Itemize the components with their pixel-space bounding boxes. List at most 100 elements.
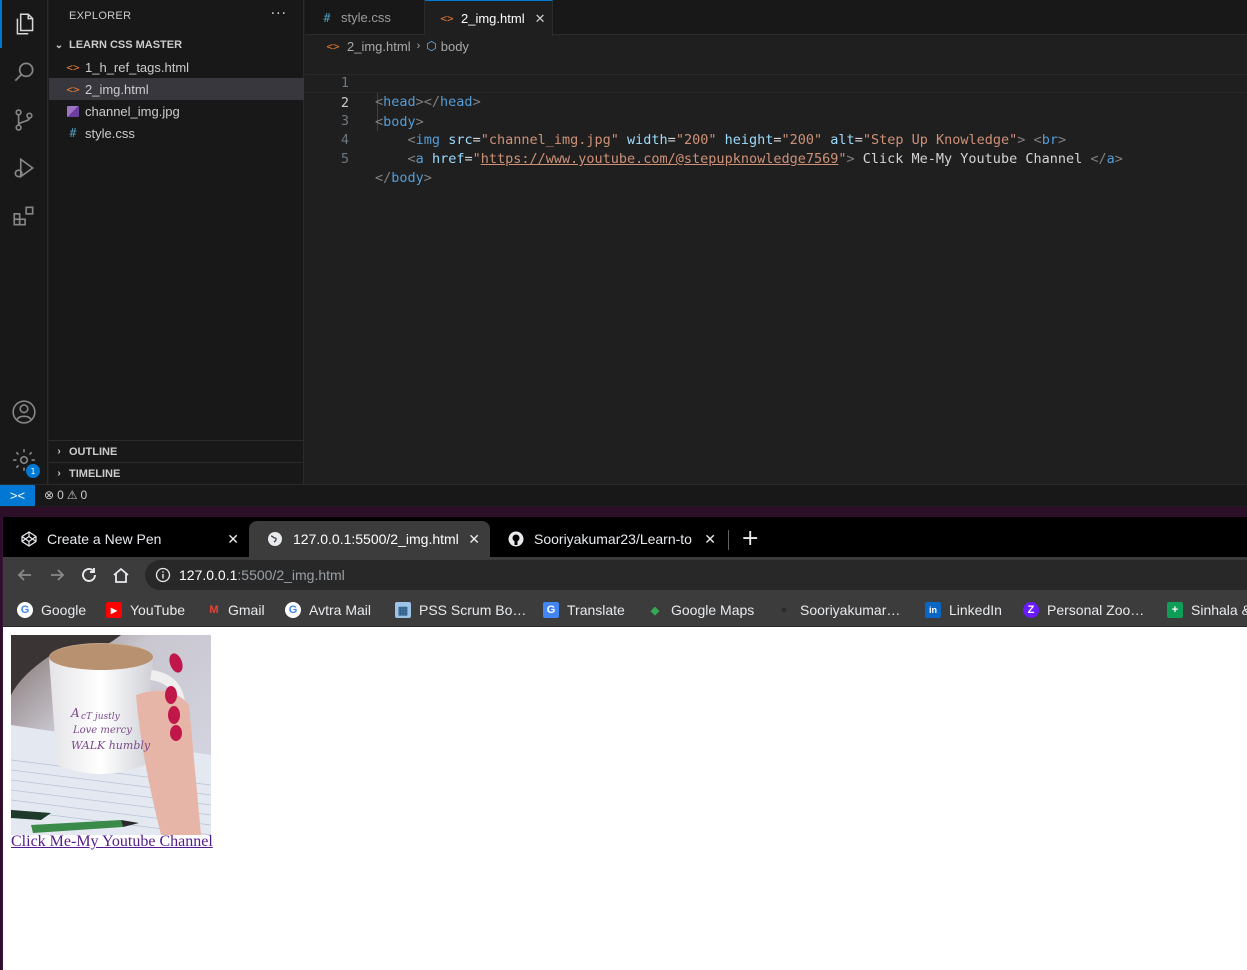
bookmark-avtra-mail[interactable]: G Avtra Mail bbox=[285, 601, 371, 619]
timeline-label: TIMELINE bbox=[69, 467, 121, 480]
url-host: 127.0.0.1 bbox=[179, 567, 238, 583]
bookmark-google[interactable]: G Google bbox=[17, 601, 86, 619]
vscode-window: 1 EXPLORER ··· ⌄ LEARN CSS MASTER <> 1_h… bbox=[0, 0, 1247, 507]
code-editor[interactable]: 1 <head></head> 2 <body> 3 <img src="cha… bbox=[305, 55, 1247, 186]
breadcrumb-file[interactable]: 2_img.html bbox=[347, 39, 411, 54]
remote-indicator-button[interactable]: >< bbox=[0, 485, 35, 506]
folder-learn-css-master[interactable]: ⌄ LEARN CSS MASTER bbox=[49, 36, 304, 54]
settings-badge: 1 bbox=[26, 464, 40, 478]
run-debug-icon[interactable] bbox=[0, 144, 48, 192]
tab-title: Sooriyakumar23/Learn-to bbox=[534, 531, 692, 547]
file-item-2-img[interactable]: <> 2_img.html bbox=[49, 78, 304, 100]
bookmark-linkedin[interactable]: in LinkedIn bbox=[925, 601, 1002, 619]
github-icon bbox=[508, 531, 524, 547]
html-file-icon: <> bbox=[66, 60, 80, 74]
explorer-header: EXPLORER bbox=[69, 10, 132, 22]
codepen-icon bbox=[21, 531, 37, 547]
info-icon[interactable] bbox=[155, 567, 171, 583]
forward-arrow-icon[interactable] bbox=[45, 563, 69, 587]
youtube-channel-link[interactable]: Click Me-My Youtube Channel bbox=[11, 833, 213, 851]
code-line: 3 <img src="channel_img.jpg" width="200"… bbox=[305, 93, 1247, 148]
bookmark-pss-scrum[interactable]: ▦ PSS Scrum Bo… bbox=[395, 601, 526, 619]
url-path: :5500/2_img.html bbox=[237, 567, 345, 583]
css-file-icon: # bbox=[69, 126, 77, 140]
tab-label: 2_img.html bbox=[461, 11, 525, 26]
svg-text:WALK humbly: WALK humbly bbox=[71, 739, 151, 752]
file-label: channel_img.jpg bbox=[85, 103, 180, 119]
zoho-icon: Z bbox=[1023, 602, 1039, 618]
bookmark-gmail[interactable]: M Gmail bbox=[206, 601, 264, 619]
explorer-icon[interactable] bbox=[0, 0, 48, 48]
outline-label: OUTLINE bbox=[69, 445, 118, 458]
tab-create-new-pen[interactable]: Create a New Pen ✕ bbox=[3, 521, 249, 557]
css-file-icon: # bbox=[323, 10, 331, 25]
chevron-right-icon: › bbox=[57, 468, 61, 479]
warning-count: 0 bbox=[80, 488, 88, 502]
code-line: 1 <head></head> bbox=[305, 55, 1247, 110]
more-actions-button[interactable]: ··· bbox=[271, 6, 287, 22]
breadcrumb: <> 2_img.html › ⬡ body bbox=[325, 37, 469, 55]
error-count: 0 bbox=[57, 488, 64, 502]
breadcrumb-symbol[interactable]: body bbox=[441, 39, 469, 54]
bookmark-sooriyakumar-github[interactable]: ● Sooriyakumar… bbox=[776, 601, 900, 619]
file-item-channel-img[interactable]: channel_img.jpg bbox=[49, 100, 304, 122]
svg-text:cT justly: cT justly bbox=[81, 712, 121, 722]
gmail-icon: M bbox=[209, 604, 219, 616]
file-label: style.css bbox=[85, 125, 135, 141]
reload-icon[interactable] bbox=[77, 563, 101, 587]
google-icon: G bbox=[17, 602, 33, 618]
breadcrumb-separator: › bbox=[416, 40, 421, 52]
globe-icon bbox=[267, 531, 283, 547]
extensions-icon[interactable] bbox=[0, 192, 48, 240]
file-item-style-css[interactable]: # style.css bbox=[49, 122, 304, 144]
file-label: 1_h_ref_tags.html bbox=[85, 59, 190, 75]
channel-image: AcT justly Love mercy WALK humbly bbox=[11, 635, 211, 835]
symbol-icon: ⬡ bbox=[426, 39, 437, 53]
editor-area: # style.css <> 2_img.html ✕ <> 2_img.htm… bbox=[305, 0, 1247, 484]
svg-text:A: A bbox=[70, 706, 80, 720]
code-url-link[interactable]: https://www.youtube.com/@stepupknowledge… bbox=[481, 151, 839, 167]
html-file-icon: <> bbox=[66, 82, 80, 96]
close-tab-button[interactable]: ✕ bbox=[227, 531, 239, 548]
source-control-icon[interactable] bbox=[0, 96, 48, 144]
outline-section[interactable]: › OUTLINE bbox=[49, 440, 304, 462]
tab-github-learn[interactable]: Sooriyakumar23/Learn-to ✕ bbox=[490, 521, 726, 557]
svg-text:Love mercy: Love mercy bbox=[72, 725, 132, 736]
warning-icon: ⚠ bbox=[66, 488, 78, 502]
new-tab-button[interactable]: + bbox=[741, 526, 759, 552]
scrum-board-icon: ▦ bbox=[395, 602, 411, 618]
google-icon: G bbox=[285, 602, 301, 618]
html-file-icon: <> bbox=[440, 12, 454, 25]
code-line-current: 2 <body> bbox=[305, 74, 1247, 130]
timeline-section[interactable]: › TIMELINE bbox=[49, 462, 304, 484]
bookmark-google-maps[interactable]: ◆ Google Maps bbox=[647, 601, 755, 619]
bookmark-translate[interactable]: G Translate bbox=[543, 601, 625, 619]
tab-title: 127.0.0.1:5500/2_img.html bbox=[293, 531, 459, 547]
bookmarks-bar: G Google ▶ YouTube M Gmail G Avtra Mail ▦ PSS… bbox=[3, 593, 1247, 627]
settings-gear-icon[interactable]: 1 bbox=[0, 436, 48, 484]
web-page-content: AcT justly Love mercy WALK humbly Click … bbox=[3, 627, 1247, 970]
bookmark-personal-zoom[interactable]: Z Personal Zoo… bbox=[1023, 601, 1144, 619]
close-tab-button[interactable]: ✕ bbox=[535, 11, 546, 27]
back-arrow-icon[interactable] bbox=[13, 563, 37, 587]
coffee-mug-photo: AcT justly Love mercy WALK humbly bbox=[11, 635, 211, 835]
maps-pin-icon: ◆ bbox=[650, 604, 660, 617]
tab-localhost-2-img[interactable]: 127.0.0.1:5500/2_img.html ✕ bbox=[249, 521, 490, 557]
bookmark-sinhala[interactable]: + Sinhala & bbox=[1167, 601, 1247, 619]
account-icon[interactable] bbox=[0, 388, 48, 436]
search-icon[interactable] bbox=[0, 48, 48, 96]
file-item-1-h-ref-tags[interactable]: <> 1_h_ref_tags.html bbox=[49, 56, 304, 78]
folder-label: LEARN CSS MASTER bbox=[69, 39, 183, 51]
tab-style-css[interactable]: # style.css bbox=[305, 0, 425, 35]
bookmark-youtube[interactable]: ▶ YouTube bbox=[106, 601, 185, 619]
linkedin-icon: in bbox=[925, 602, 941, 618]
close-tab-button[interactable]: ✕ bbox=[468, 531, 480, 548]
problems-indicator[interactable]: ⊗ 0 ⚠ 0 bbox=[44, 488, 87, 502]
tab-2-img-html[interactable]: <> 2_img.html ✕ bbox=[425, 0, 553, 36]
close-tab-button[interactable]: ✕ bbox=[704, 531, 716, 548]
sheets-icon: + bbox=[1167, 602, 1183, 618]
tab-separator bbox=[728, 530, 729, 550]
home-icon[interactable] bbox=[109, 563, 133, 587]
chevron-down-icon: ⌄ bbox=[54, 39, 64, 51]
address-bar[interactable]: 127.0.0.1:5500/2_img.html bbox=[145, 560, 1247, 590]
